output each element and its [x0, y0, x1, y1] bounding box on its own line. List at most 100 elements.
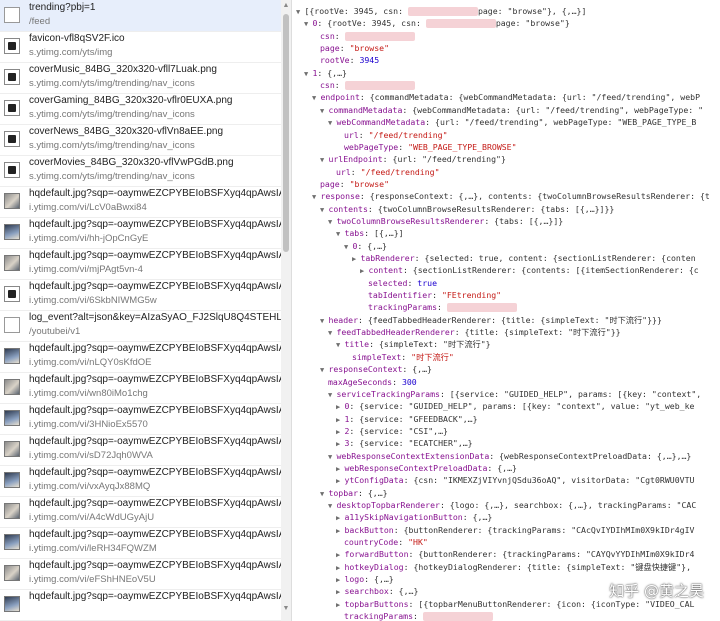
json-tree-line[interactable]: ▼ endpoint: {commandMetadata: {webComman… — [312, 91, 700, 103]
json-tree-line[interactable]: ▼ 0: {rootVe: 3945, csn: page: "browse"} — [304, 17, 570, 29]
request-row[interactable]: favicon-vfl8qSV2F.ico s.ytimg.com/yts/img — [0, 31, 281, 63]
json-tree-line[interactable]: ▶ 1: {service: "GFEEDBACK",…} — [336, 413, 478, 425]
request-name: hqdefault.jpg?sqp=-oaymwEZCPYBEIoBSFXyq4… — [29, 560, 281, 571]
json-tree-line[interactable]: ▼ [{rootVe: 3945, csn: page: "browse"}, … — [296, 5, 586, 17]
json-value: : {service: "ECATCHER",…} — [349, 438, 473, 449]
request-path: s.ytimg.com/yts/img/trending/nav_icons — [29, 78, 195, 89]
request-name: coverNews_84BG_320x320-vflVn8aEE.png — [29, 126, 224, 137]
request-row[interactable]: hqdefault.jpg?sqp=-oaymwEZCPYBEIoBSFXyq4… — [0, 403, 281, 435]
request-name: hqdefault.jpg?sqp=-oaymwEZCPYBEIoBSFXyq4… — [29, 467, 281, 478]
json-tree-line[interactable]: ▼ response: {responseContext: {,…}, cont… — [312, 190, 710, 202]
request-row[interactable]: hqdefault.jpg?sqp=-oaymwEZCPYBEIoBSFXyq4… — [0, 248, 281, 280]
request-row[interactable]: trending?pbj=1/feed — [0, 0, 281, 32]
request-path: i.ytimg.com/vi/vxAyqJx88MQ — [29, 481, 151, 492]
json-tree-line[interactable]: ▶ searchbox: {,…} — [336, 585, 418, 597]
json-tree-line[interactable]: ▶ webResponseContextPreloadData: {,…} — [336, 462, 517, 474]
json-tree-line[interactable]: ▼ serviceTrackingParams: [{service: "GUI… — [328, 388, 701, 400]
json-tree-line[interactable]: ▼ feedTabbedHeaderRenderer: {title: {sim… — [328, 326, 621, 338]
request-row[interactable]: coverGaming_84BG_320x320-vflr0EUXA.png s.… — [0, 93, 281, 125]
json-key: webResponseContextExtensionData — [336, 450, 490, 461]
redacted-value — [344, 81, 415, 91]
image-file-icon — [4, 162, 20, 178]
json-tree-line[interactable]: ▼ 0: {,…} — [344, 240, 387, 252]
scroll-thumb[interactable] — [283, 14, 289, 252]
json-value: : {feedTabbedHeaderRenderer: {title: {si… — [358, 314, 662, 325]
json-tree-line[interactable]: ▼ desktopTopbarRenderer: {logo: {,…}, se… — [328, 499, 696, 511]
json-tree-line[interactable]: ▼ contents: {twoColumnBrowseResultsRende… — [320, 203, 614, 215]
json-tree-line[interactable]: trackingParams: — [344, 610, 493, 621]
request-path: i.ytimg.com/vi/nLQY0sKfdOE — [29, 357, 152, 368]
json-tree-line[interactable]: selected: true — [368, 277, 437, 289]
json-value: : {,…} — [364, 574, 394, 585]
request-row[interactable]: hqdefault.jpg?sqp=-oaymwEZCPYBEIoBSFXyq4… — [0, 589, 281, 621]
request-row[interactable]: coverNews_84BG_320x320-vflVn8aEE.png s.yt… — [0, 124, 281, 156]
request-row[interactable]: hqdefault.jpg?sqp=-oaymwEZCPYBEIoBSFXyq4… — [0, 341, 281, 373]
thumbnail-icon — [4, 441, 20, 457]
json-tree-line[interactable]: ▶ content: {sectionListRenderer: {conten… — [360, 264, 699, 276]
json-tree-line[interactable]: ▶ 3: {service: "ECATCHER",…} — [336, 437, 473, 449]
json-tree-line[interactable]: ▼ title: {simpleText: "时下流行"} — [336, 338, 491, 350]
json-value: : — [398, 537, 409, 548]
json-value: : {buttonRenderer: {trackingParams: "CAY… — [408, 549, 695, 560]
json-tree-line[interactable]: ▶ tabRenderer: {selected: true, content:… — [352, 252, 696, 264]
json-tree-line[interactable]: ▼ urlEndpoint: {url: "/feed/trending"} — [320, 153, 506, 165]
request-row[interactable]: coverMusic_84BG_320x320-vfll7Luak.png s.y… — [0, 62, 281, 94]
json-tree-line[interactable]: ▶ a11ySkipNavigationButton: {,…} — [336, 511, 492, 523]
request-row[interactable]: log_event?alt=json&key=AIzaSyAO_FJ2SlqU8… — [0, 310, 281, 342]
json-tree-line[interactable]: page: "browse" — [320, 178, 389, 190]
json-tree-line[interactable]: ▶ hotkeyDialog: {hotkeyDialogRenderer: {… — [336, 561, 691, 573]
json-tree-line[interactable]: tabIdentifier: "FEtrending" — [368, 289, 501, 301]
json-value: : — [334, 30, 345, 41]
request-path: i.ytimg.com/vi/hh-jOpCnGyE — [29, 233, 149, 244]
request-name: coverMusic_84BG_320x320-vfll7Luak.png — [29, 64, 217, 75]
json-tree-line[interactable]: ▼ webCommandMetadata: {url: "/feed/trend… — [328, 116, 696, 128]
json-tree-line[interactable]: trackingParams: — [368, 301, 517, 313]
thumbnail-icon — [4, 472, 20, 488]
json-literal: 300 — [401, 376, 417, 387]
request-row[interactable]: hqdefault.jpg?sqp=-oaymwEZCPYBEIoBSFXyq4… — [0, 434, 281, 466]
json-tree-line[interactable]: ▶ forwardButton: {buttonRenderer: {track… — [336, 548, 694, 560]
json-tree-line[interactable]: ▶ ytConfigData: {csn: "IKMEXZjVIYvnjQSdu… — [336, 474, 694, 486]
json-value: : [{service: "GUIDED_HELP", params: [{ke… — [439, 388, 702, 399]
json-key: urlEndpoint — [328, 154, 383, 165]
request-row[interactable]: hqdefault.jpg?sqp=-oaymwEZCPYBEIoBSFXyq4… — [0, 217, 281, 249]
json-tree-line[interactable]: ▼ webResponseContextExtensionData: {webR… — [328, 450, 691, 462]
request-row[interactable]: hqdefault.jpg?sqp=-oaymwEZCPYBEIoBSFXyq4… — [0, 558, 281, 590]
json-tree-line[interactable]: rootVe: 3945 — [320, 54, 379, 66]
request-row[interactable]: hqdefault.jpg?sqp=-oaymwEZCPYBEIoBSFXyq4… — [0, 496, 281, 528]
json-tree-line[interactable]: ▼ responseContext: {,…} — [320, 363, 432, 375]
request-list-scrollbar[interactable]: ▲ ▼ — [281, 0, 292, 621]
json-tree-line[interactable]: ▼ commandMetadata: {webCommandMetadata: … — [320, 104, 703, 116]
json-tree-line[interactable]: webPageType: "WEB_PAGE_TYPE_BROWSE" — [344, 141, 517, 153]
json-tree-line[interactable]: ▶ 0: {service: "GUIDED_HELP", params: [{… — [336, 400, 694, 412]
json-tree-line[interactable]: ▼ 1: {,…} — [304, 67, 347, 79]
json-key: maxAgeSeconds — [328, 376, 393, 387]
json-tree-line[interactable]: maxAgeSeconds: 300 — [328, 376, 417, 388]
request-row[interactable]: hqdefault.jpg?sqp=-oaymwEZCPYBEIoBSFXyq4… — [0, 186, 281, 218]
scroll-up-arrow-icon[interactable]: ▲ — [282, 2, 290, 10]
request-row[interactable]: hqdefault.jpg?sqp=-oaymwEZCPYBEIoBSFXyq4… — [0, 465, 281, 497]
request-row[interactable]: hqdefault.jpg?sqp=-oaymwEZCPYBEIoBSFXyq4… — [0, 527, 281, 559]
image-file-icon — [4, 131, 20, 147]
json-tree-line[interactable]: ▼ header: {feedTabbedHeaderRenderer: {ti… — [320, 314, 662, 326]
json-literal: "/feed/trending" — [368, 129, 448, 140]
json-tree-line[interactable]: csn: — [320, 79, 415, 91]
json-tree-line[interactable]: url: "/feed/trending" — [344, 129, 448, 141]
json-value: : — [339, 43, 350, 54]
json-tree-line[interactable]: page: "browse" — [320, 42, 389, 54]
image-file-icon — [4, 286, 20, 302]
json-tree-line[interactable]: csn: — [320, 30, 415, 42]
scroll-down-arrow-icon[interactable]: ▼ — [282, 605, 290, 613]
json-tree-line[interactable]: countryCode: "HK" — [344, 536, 428, 548]
json-tree-line[interactable]: ▶ logo: {,…} — [336, 573, 394, 585]
json-tree-line[interactable]: ▼ tabs: [{,…}] — [336, 227, 404, 239]
json-tree-line[interactable]: ▼ twoColumnBrowseResultsRenderer: {tabs:… — [328, 215, 563, 227]
json-tree-line[interactable]: ▶ 2: {service: "CSI",…} — [336, 425, 448, 437]
json-tree-line[interactable]: simpleText: "时下流行" — [352, 351, 454, 363]
json-tree-line[interactable]: url: "/feed/trending" — [336, 166, 440, 178]
request-row[interactable]: coverMovies_84BG_320x320-vflVwPGdB.png s.… — [0, 155, 281, 187]
json-tree-line[interactable]: ▶ backButton: {buttonRenderer: {tracking… — [336, 524, 694, 536]
request-row[interactable]: hqdefault.jpg?sqp=-oaymwEZCPYBEIoBSFXyq4… — [0, 279, 281, 311]
json-tree-line[interactable]: ▼ topbar: {,…} — [320, 487, 388, 499]
request-row[interactable]: hqdefault.jpg?sqp=-oaymwEZCPYBEIoBSFXyq4… — [0, 372, 281, 404]
